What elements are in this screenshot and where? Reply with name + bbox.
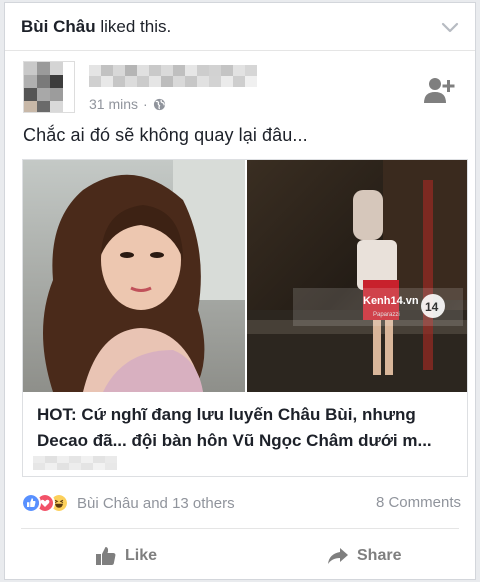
watermark-site: Kenh14.vn (363, 295, 419, 307)
thumbs-up-icon (96, 547, 116, 565)
post-text: Chắc ai đó sẽ không quay lại đâu... (23, 125, 308, 145)
globe-icon[interactable] (153, 98, 166, 111)
liked-suffix: liked this. (95, 17, 172, 36)
watermark-badge: 14 (425, 300, 439, 314)
author-name-redacted[interactable] (89, 65, 257, 87)
link-preview-card[interactable]: Kenh14.vn Paparazzi 14 HOT: Cứ nghĩ đang… (22, 159, 468, 477)
link-preview-image[interactable]: Kenh14.vn Paparazzi 14 (23, 160, 468, 392)
meta-separator: · (143, 96, 148, 112)
add-friend-icon[interactable] (423, 75, 455, 105)
story-context-header: Bùi Châu liked this. (5, 3, 475, 51)
share-arrow-icon (328, 548, 348, 564)
like-label: Like (125, 547, 158, 564)
link-title[interactable]: HOT: Cứ nghĩ đang lưu luyến Châu Bùi, nh… (37, 402, 457, 454)
link-source-redacted (33, 456, 125, 470)
divider (21, 528, 459, 529)
like-icon (21, 493, 41, 513)
liked-by-text: Bùi Châu liked this. (21, 17, 171, 37)
liker-name[interactable]: Bùi Châu (21, 17, 96, 36)
avatar[interactable] (23, 61, 75, 113)
share-label: Share (357, 547, 402, 564)
post-timestamp[interactable]: 31 mins (89, 96, 138, 112)
post-meta: 31 mins · (89, 96, 166, 112)
chevron-down-icon[interactable] (439, 16, 461, 38)
share-button[interactable]: Share (327, 541, 401, 571)
news-feed-story: Bùi Châu liked this. 31 mins · Chắc ai đ… (4, 2, 476, 580)
reactions-summary[interactable]: Bùi Châu and 13 others (21, 491, 235, 515)
reactions-label[interactable]: Bùi Châu and 13 others (77, 495, 235, 512)
watermark-sub: Paparazzi (373, 312, 400, 318)
like-button[interactable]: Like (95, 541, 157, 571)
comments-count[interactable]: 8 Comments (376, 494, 461, 511)
